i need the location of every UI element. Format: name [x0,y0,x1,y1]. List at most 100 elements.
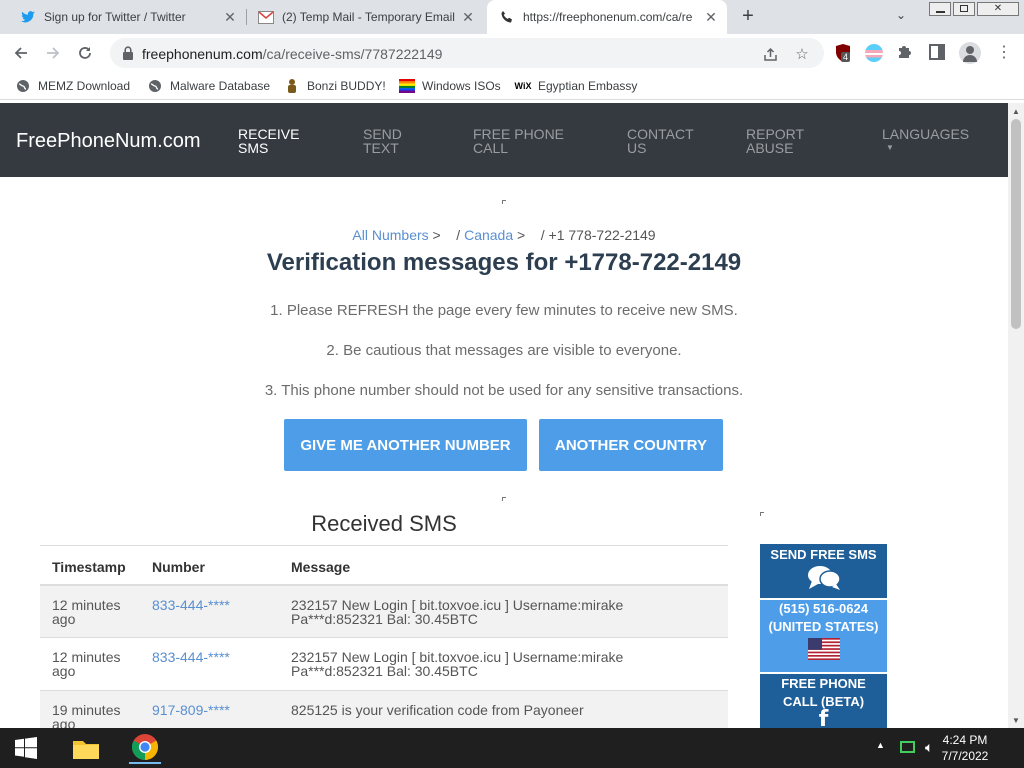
header-message: Message [291,545,728,586]
address-bar[interactable]: freephonenum.com/ca/receive-sms/77872221… [110,38,824,68]
received-sms-title: Received SMS [311,511,457,536]
cell-number: 833-444-**** [152,584,291,638]
wix-icon: WiX [514,81,532,91]
bookmark-malware-database[interactable]: Malware Database [147,76,270,96]
sender-number-link[interactable]: 917-809-**** [152,702,230,718]
cell-message: 825125 is your verification code from Pa… [291,690,728,728]
tick-mark [760,512,764,516]
nav-send-text[interactable]: SEND TEXT [363,127,453,155]
notice-3: 3. This phone number should not be used … [264,382,744,399]
share-icon[interactable] [760,44,780,64]
menu-kebab-icon[interactable]: ⋮ [996,42,1012,64]
url-text: freephonenum.com/ca/receive-sms/77872221… [142,46,443,62]
us-number-ad[interactable]: (515) 516-0624 (UNITED STATES) [760,600,887,672]
page-title: Verification messages for +1778-722-2149 [266,249,742,276]
scroll-up-icon[interactable]: ▲ [1008,103,1024,119]
nav-languages[interactable]: LANGUAGES [882,127,992,141]
file-explorer-icon[interactable] [70,732,102,764]
tab-title: (2) Temp Mail - Temporary Email [282,10,455,24]
scroll-thumb[interactable] [1011,119,1021,329]
side-panel-icon[interactable] [929,44,945,60]
site-brand-link[interactable]: FreePhoneNum.com [16,130,201,153]
star-icon[interactable]: ☆ [792,44,812,64]
phone-icon [499,9,515,25]
globe-icon [15,78,31,94]
system-clock[interactable]: 4:24 PM 7/7/2022 [930,732,1000,764]
new-tab-button[interactable]: + [738,6,758,26]
scroll-down-icon[interactable]: ▼ [1008,712,1024,728]
breadcrumb: All Numbers > / Canada > / +1 778-722-21… [352,227,656,243]
cell-timestamp: 12 minutes ago [40,637,152,691]
forward-button[interactable] [40,40,66,66]
ublock-extension-icon[interactable]: 4 [834,43,852,63]
globe-icon [147,78,163,94]
tab-twitter[interactable]: Sign up for Twitter / Twitter ✕ [0,0,246,34]
page-scrollbar[interactable]: ▲ ▼ [1008,103,1024,728]
reload-button[interactable] [72,40,98,66]
sms-table: Timestamp Number Message 12 minutes ago 8… [40,545,728,728]
rainbow-flag-icon [399,78,415,94]
bonzi-icon [284,78,300,94]
breadcrumb-current: +1 778-722-2149 [548,227,656,243]
close-icon[interactable]: ✕ [460,9,476,26]
bookmark-bonzi-buddy[interactable]: Bonzi BUDDY! [284,76,386,96]
tick-mark [502,497,506,501]
breadcrumb-all-numbers[interactable]: All Numbers [352,227,428,243]
gmail-icon [258,9,274,25]
profile-avatar-icon[interactable] [959,42,981,64]
header-timestamp: Timestamp [40,545,152,586]
tab-temp-mail[interactable]: (2) Temp Mail - Temporary Email ✕ [248,0,484,34]
nav-contact-us[interactable]: CONTACT US [627,127,717,155]
send-free-sms-ad[interactable]: SEND FREE SMS [760,544,887,598]
sender-number-link[interactable]: 833-444-**** [152,649,230,665]
header-number: Number [152,545,291,586]
close-window-button[interactable]: ✕ [977,2,1019,16]
chat-bubbles-icon [760,564,887,594]
bookmarks-bar: MEMZ Download Malware Database Bonzi BUD… [0,72,1024,100]
notice-2: 2. Be cautious that messages are visible… [326,342,682,359]
close-icon[interactable]: ✕ [703,9,719,26]
tab-search-icon[interactable]: ⌄ [896,8,906,22]
trans-flag-extension-icon[interactable] [865,44,883,62]
back-button[interactable] [8,40,34,66]
site-navbar: FreePhoneNum.com RECEIVE SMS SEND TEXT FRE… [0,103,1008,177]
nav-receive-sms[interactable]: RECEIVE SMS [238,127,328,155]
cell-number: 833-444-**** [152,637,291,691]
nav-report-abuse[interactable]: REPORT ABUSE [746,127,836,155]
chrome-icon[interactable] [129,732,161,764]
windows-start-icon[interactable] [10,732,42,764]
tab-strip: Sign up for Twitter / Twitter ✕ (2) Temp… [0,0,1024,34]
another-country-button[interactable]: ANOTHER COUNTRY [539,419,723,471]
bookmark-egyptian-embassy[interactable]: WiX Egyptian Embassy [514,76,638,96]
cell-message: 232157 New Login [ bit.toxvoe.icu ] User… [291,637,728,691]
tab-freephonenum[interactable]: https://freephonenum.com/ca/re ✕ [487,0,727,34]
facebook-icon: f [818,707,829,729]
tab-title: https://freephonenum.com/ca/re [523,10,693,24]
tick-mark [502,200,506,204]
cell-message: 232157 New Login [ bit.toxvoe.icu ] User… [291,584,728,638]
windows-taskbar: ▲ 🔈︎ 4:24 PM 7/7/2022 [0,728,1024,768]
lock-icon[interactable] [122,46,134,60]
table-header-row: Timestamp Number Message [40,545,728,586]
tab-title: Sign up for Twitter / Twitter [44,10,186,24]
twitter-icon [20,9,36,25]
restore-button[interactable] [953,2,975,16]
cell-timestamp: 19 minutes ago [40,690,152,728]
breadcrumb-canada[interactable]: Canada [464,227,513,243]
bookmark-windows-isos[interactable]: Windows ISOs [399,76,501,96]
caret-down-icon: ▼ [886,143,894,152]
minimize-button[interactable] [929,2,951,16]
cell-timestamp: 12 minutes ago [40,584,152,638]
free-phone-call-ad[interactable]: FREE PHONE CALL (BETA) f [760,674,887,728]
table-row: 19 minutes ago 917-809-**** 825125 is you… [40,690,728,728]
nav-free-phone-call[interactable]: FREE PHONE CALL [473,127,583,155]
tray-chevron-icon[interactable]: ▲ [876,740,885,750]
close-icon[interactable]: ✕ [222,9,238,26]
sender-number-link[interactable]: 833-444-**** [152,597,230,613]
bookmark-memz[interactable]: MEMZ Download [15,76,130,96]
another-number-button[interactable]: GIVE ME ANOTHER NUMBER [284,419,527,471]
us-flag-icon [760,638,887,663]
cell-number: 917-809-**** [152,690,291,728]
extensions-puzzle-icon[interactable] [896,43,916,63]
network-icon[interactable] [900,741,915,753]
